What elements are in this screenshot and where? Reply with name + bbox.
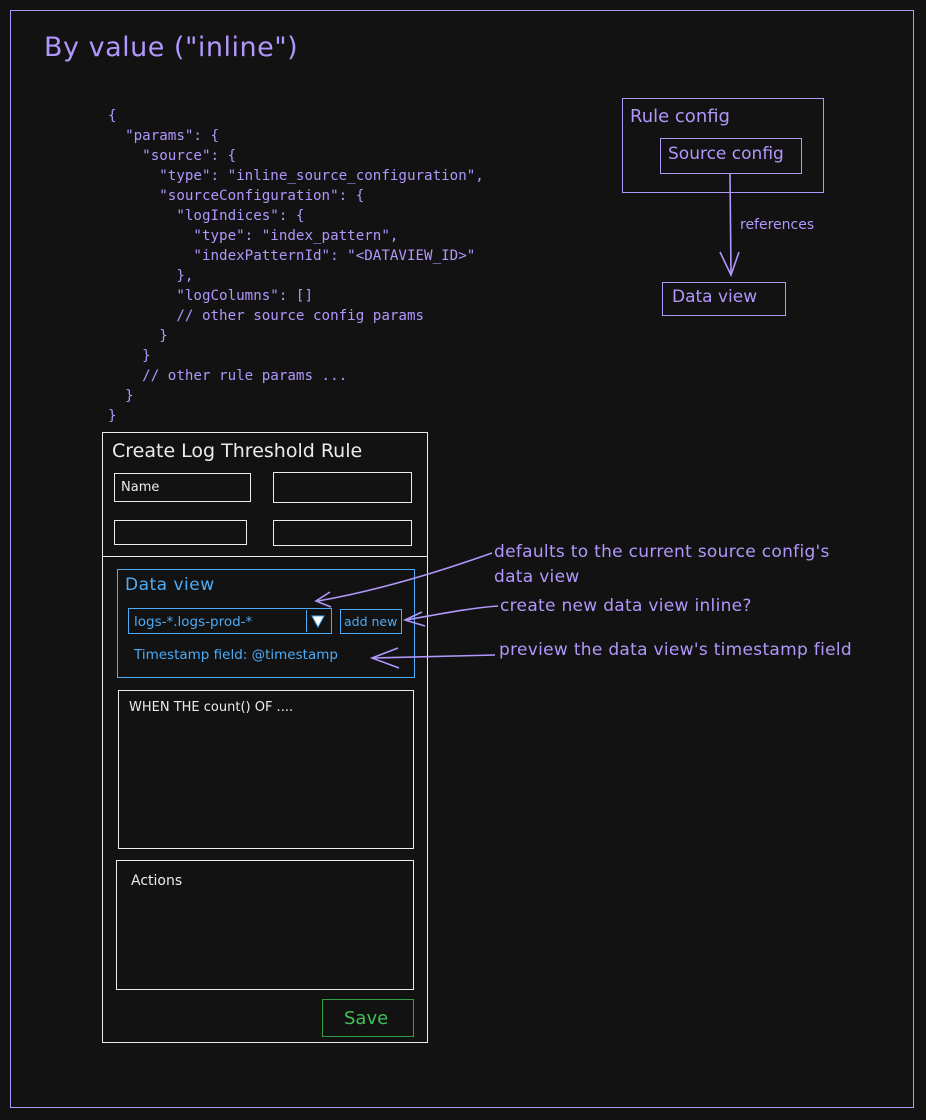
create-new-arrow xyxy=(402,605,499,627)
defaults-arrow xyxy=(314,552,493,608)
preview-arrow xyxy=(369,647,496,669)
references-arrow xyxy=(719,173,740,278)
arrows-layer xyxy=(314,173,740,669)
